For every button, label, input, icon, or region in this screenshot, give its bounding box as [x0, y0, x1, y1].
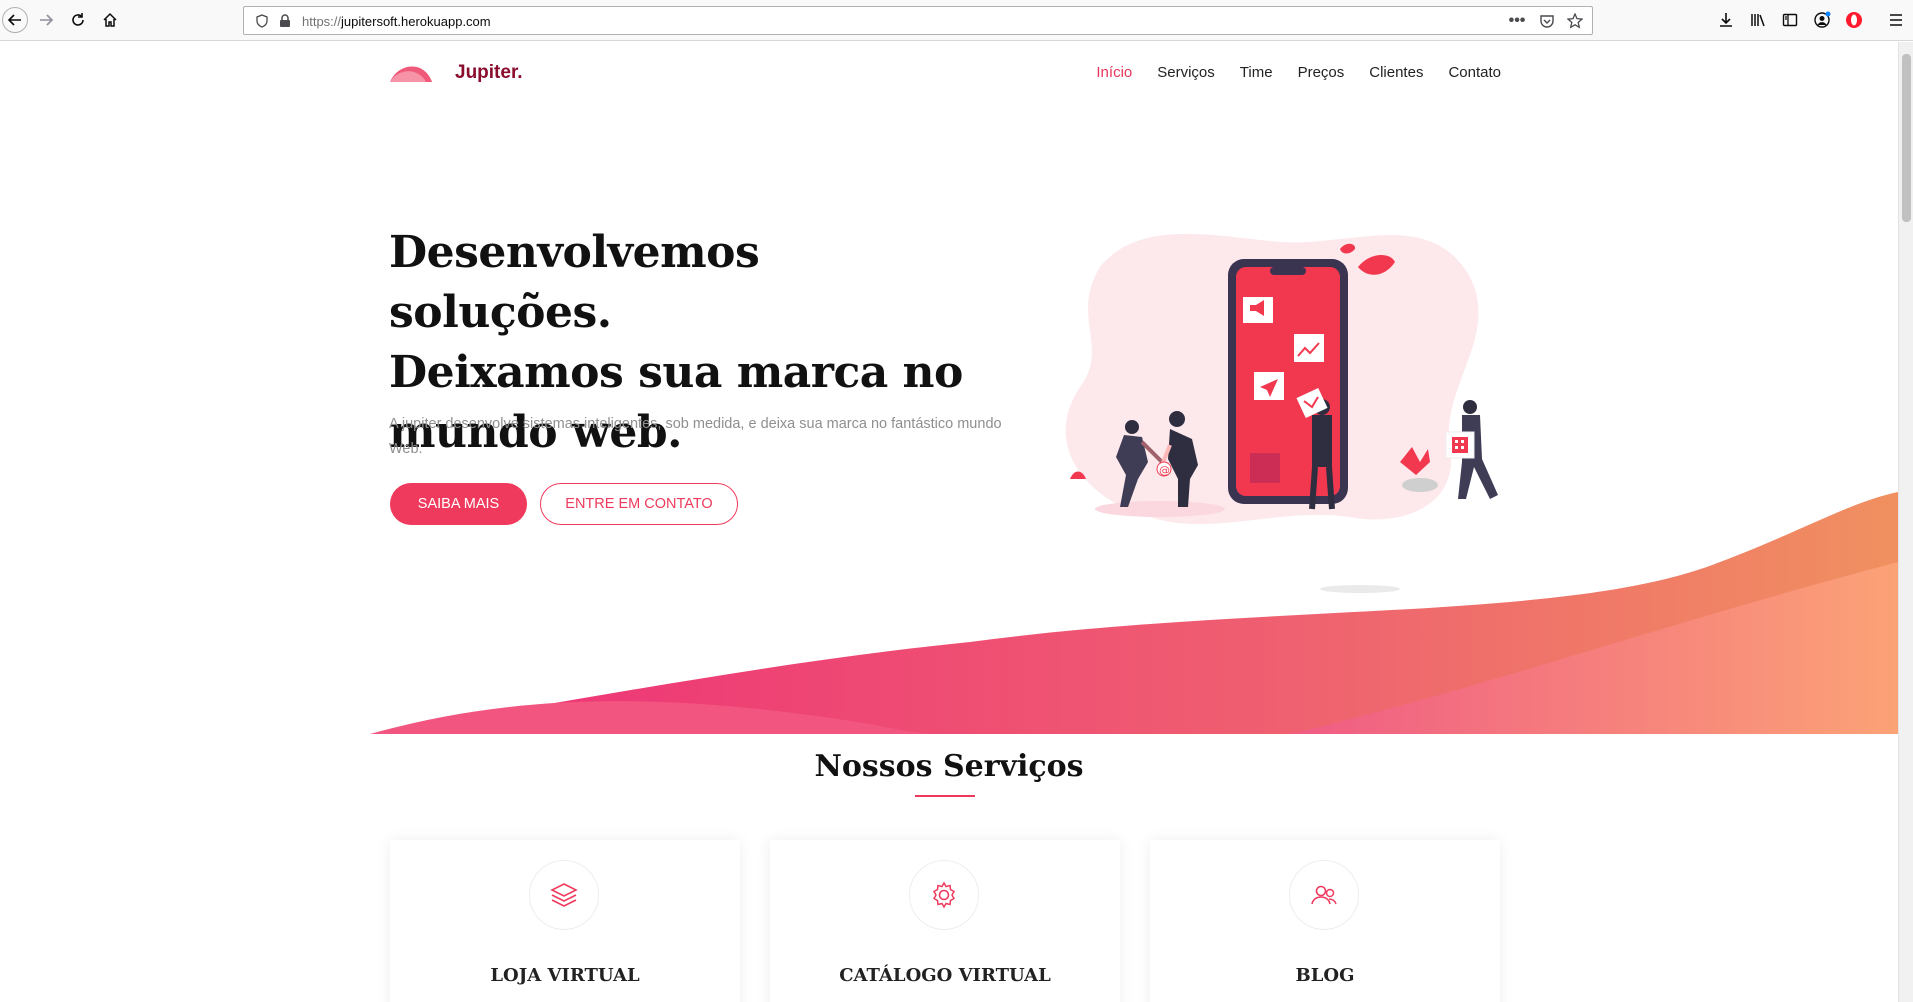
- hero-title-line-2: Deixamos sua marca no: [389, 347, 963, 398]
- saiba-mais-button[interactable]: SAIBA MAIS: [390, 483, 527, 525]
- main-nav: Início Serviços Time Preços Clientes Con…: [1096, 64, 1501, 81]
- webpage: Jupiter. Início Serviços Time Preços Cli…: [0, 42, 1898, 1002]
- forward-button[interactable]: [34, 8, 58, 32]
- nav-item-contato[interactable]: Contato: [1448, 64, 1501, 81]
- service-card-title: LOJA VIRTUAL: [490, 965, 640, 986]
- account-icon[interactable]: [1812, 10, 1832, 30]
- service-icon-wrapper: [529, 860, 599, 930]
- nav-item-precos[interactable]: Preços: [1298, 64, 1345, 81]
- nav-item-inicio[interactable]: Início: [1096, 64, 1132, 81]
- service-card-blog[interactable]: BLOG: [1150, 840, 1500, 1002]
- lock-icon[interactable]: [277, 13, 293, 29]
- nav-item-servicos[interactable]: Serviços: [1157, 64, 1215, 81]
- library-icon[interactable]: [1748, 10, 1768, 30]
- reload-icon: [72, 13, 84, 26]
- nav-item-time[interactable]: Time: [1240, 64, 1273, 81]
- hero-title-line-1: Desenvolvemos soluções.: [389, 227, 760, 338]
- download-icon[interactable]: [1716, 10, 1736, 30]
- gear-icon: [932, 881, 956, 909]
- back-arrow-icon: [7, 14, 21, 26]
- url-text: https://jupitersoft.herokuapp.com: [302, 14, 491, 29]
- url-host: jupitersoft.herokuapp.com: [341, 14, 491, 29]
- service-card-title: CATÁLOGO VIRTUAL: [839, 965, 1051, 986]
- hero-illustration: @: [1065, 233, 1498, 593]
- sidebar-icon[interactable]: [1780, 10, 1800, 30]
- menu-icon[interactable]: [1886, 10, 1906, 30]
- services-title-underline: [915, 795, 975, 797]
- page-scrollbar[interactable]: [1898, 42, 1913, 1002]
- pocket-icon[interactable]: [1538, 13, 1556, 29]
- back-button[interactable]: [2, 7, 28, 33]
- opera-icon[interactable]: [1844, 10, 1864, 30]
- nav-item-clientes[interactable]: Clientes: [1369, 64, 1423, 81]
- brand-name[interactable]: Jupiter.: [455, 62, 523, 84]
- url-scheme: https://: [302, 14, 342, 29]
- bookmark-star-icon[interactable]: [1566, 12, 1584, 30]
- services-title: Nossos Serviços: [814, 749, 1084, 784]
- service-card-catalogo-virtual[interactable]: CATÁLOGO VIRTUAL: [770, 840, 1120, 1002]
- service-icon-wrapper: [909, 860, 979, 930]
- svg-text:@: @: [1159, 464, 1170, 477]
- home-button[interactable]: [98, 8, 122, 32]
- jupiter-logo-icon: [390, 66, 432, 82]
- shield-icon[interactable]: [254, 13, 270, 29]
- page-actions-icon[interactable]: •••: [1508, 12, 1526, 29]
- address-bar[interactable]: https://jupitersoft.herokuapp.com •••: [243, 6, 1593, 35]
- scrollbar-thumb[interactable]: [1902, 54, 1911, 222]
- forward-arrow-icon: [40, 14, 54, 26]
- users-icon: [1311, 885, 1337, 905]
- layers-icon: [550, 883, 578, 907]
- service-card-loja-virtual[interactable]: LOJA VIRTUAL: [390, 840, 740, 1002]
- browser-toolbar: https://jupitersoft.herokuapp.com •••: [0, 0, 1913, 41]
- hero-subtitle: A jupiter desenvolve sistemas inteligent…: [389, 416, 1002, 457]
- service-card-title: BLOG: [1295, 965, 1355, 986]
- service-icon-wrapper: [1289, 860, 1359, 930]
- brand-logo[interactable]: [390, 62, 434, 82]
- home-icon: [103, 12, 117, 27]
- reload-button[interactable]: [66, 8, 90, 32]
- contact-button[interactable]: ENTRE EM CONTATO: [540, 483, 738, 525]
